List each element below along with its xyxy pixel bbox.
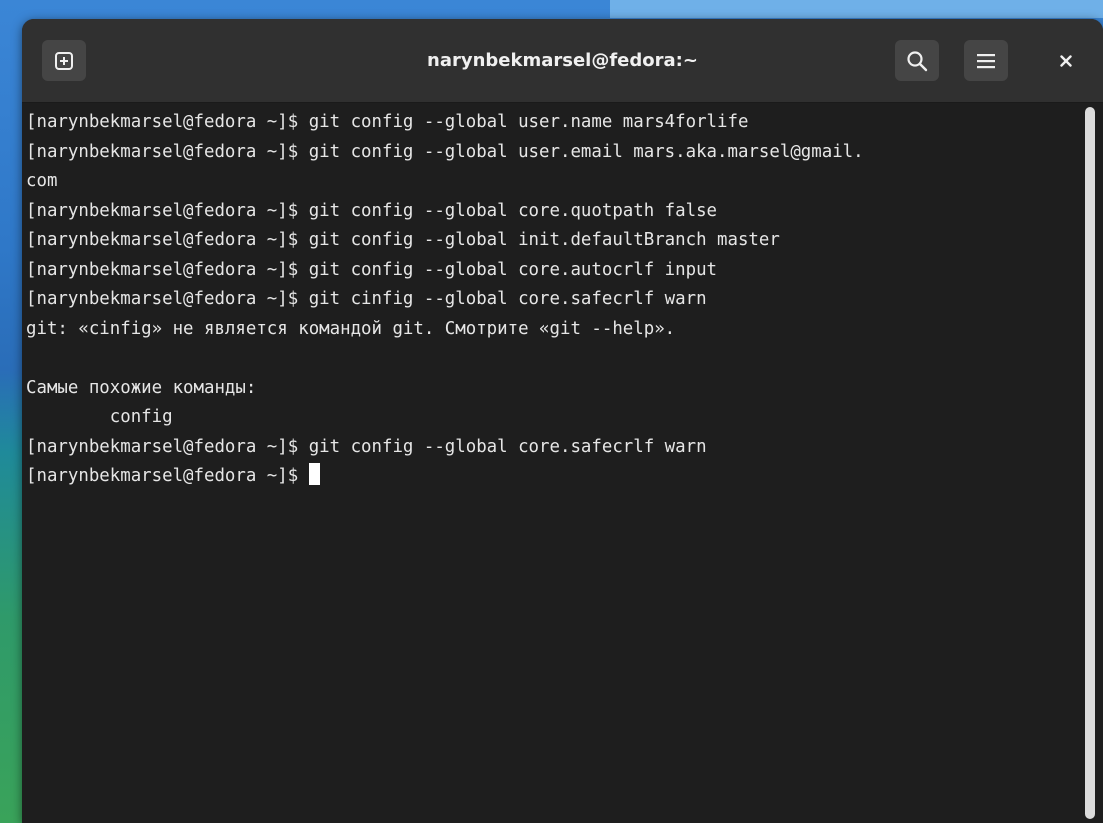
- close-icon: [1060, 55, 1072, 67]
- terminal-line: [narynbekmarsel@fedora ~]$ git config --…: [26, 259, 718, 280]
- terminal-prompt: [narynbekmarsel@fedora ~]$: [26, 466, 309, 486]
- menu-button[interactable]: [964, 40, 1008, 81]
- window-title: narynbekmarsel@fedora:~: [427, 50, 698, 71]
- terminal-line: [narynbekmarsel@fedora ~]$ git config --…: [26, 112, 749, 132]
- search-button[interactable]: [895, 40, 939, 81]
- terminal-line: com: [26, 171, 58, 191]
- desktop-wallpaper-strip: [610, 0, 1103, 18]
- terminal-text: [narynbekmarsel@fedora ~]$ git config --…: [26, 108, 864, 492]
- terminal-line: [narynbekmarsel@fedora ~]$ git cinfig --…: [26, 289, 707, 309]
- terminal-line: git: «cinfig» не является командой git. …: [26, 318, 676, 339]
- terminal-output-area[interactable]: [narynbekmarsel@fedora ~]$ git config --…: [22, 103, 1082, 823]
- search-icon: [907, 50, 928, 71]
- terminal-line: config: [26, 407, 173, 427]
- new-tab-button[interactable]: [42, 40, 86, 81]
- terminal-line: [narynbekmarsel@fedora ~]$ git config --…: [26, 200, 718, 221]
- terminal-scrollbar[interactable]: [1085, 107, 1095, 819]
- headerbar: narynbekmarsel@fedora:~: [22, 19, 1103, 103]
- terminal-line: [narynbekmarsel@fedora ~]$ git config --…: [26, 141, 864, 162]
- terminal-window: narynbekmarsel@fedora:~ [narynbekmarsel@…: [22, 19, 1103, 823]
- close-button[interactable]: [1052, 47, 1080, 75]
- terminal-line: Самые похожие команды:: [26, 377, 257, 398]
- terminal-cursor: [308, 463, 320, 485]
- new-tab-icon: [55, 51, 73, 70]
- terminal-line: [narynbekmarsel@fedora ~]$ git config --…: [26, 230, 780, 250]
- terminal-line: [narynbekmarsel@fedora ~]$ git config --…: [26, 436, 707, 457]
- hamburger-menu-icon: [977, 53, 995, 68]
